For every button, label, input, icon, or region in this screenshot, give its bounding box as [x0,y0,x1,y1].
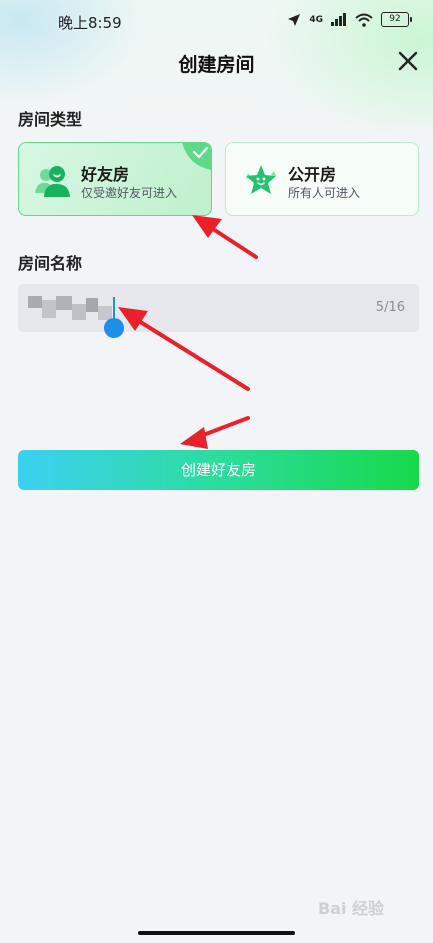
create-room-button[interactable]: 创建好友房 [18,450,419,490]
wifi-icon [355,13,373,27]
public-card-title: 公开房 [288,165,337,184]
page-title: 创建房间 [178,54,255,76]
home-indicator[interactable] [138,931,295,935]
friends-card-subtitle: 仅受邀好友可进入 [81,186,178,200]
friends-card-title: 好友房 [81,165,130,184]
room-name-input[interactable]: 5/16 [18,284,419,338]
blurred-room-name [28,296,120,322]
selected-check-icon [182,143,211,170]
status-time: 晚上8:59 [58,14,122,32]
room-type-label: 房间类型 [18,110,83,129]
watermark: Bai 经验 [318,899,385,918]
public-card-subtitle: 所有人可进入 [288,186,361,200]
red-arrow-icon [192,215,258,259]
network-label: 4G [309,14,323,25]
cursor-handle[interactable] [104,318,124,338]
status-icons: 4G 92 [287,12,412,27]
char-counter: 5/16 [375,300,405,315]
location-arrow-icon [288,13,301,26]
red-arrow-icon [180,416,250,449]
friends-icon [35,166,70,197]
room-type-public-card[interactable]: 公开房 所有人可进入 [225,142,419,216]
star-face-icon [246,165,276,194]
close-button[interactable] [393,46,423,76]
signal-icon [331,13,346,26]
room-name-label: 房间名称 [18,254,83,273]
room-type-friends-card[interactable]: 好友房 仅受邀好友可进入 [18,142,212,216]
close-icon [398,51,418,71]
title-bar: 创建房间 [0,44,433,80]
battery-indicator: 92 [381,12,412,27]
status-bar: 晚上8:59 4G 92 [0,0,433,42]
